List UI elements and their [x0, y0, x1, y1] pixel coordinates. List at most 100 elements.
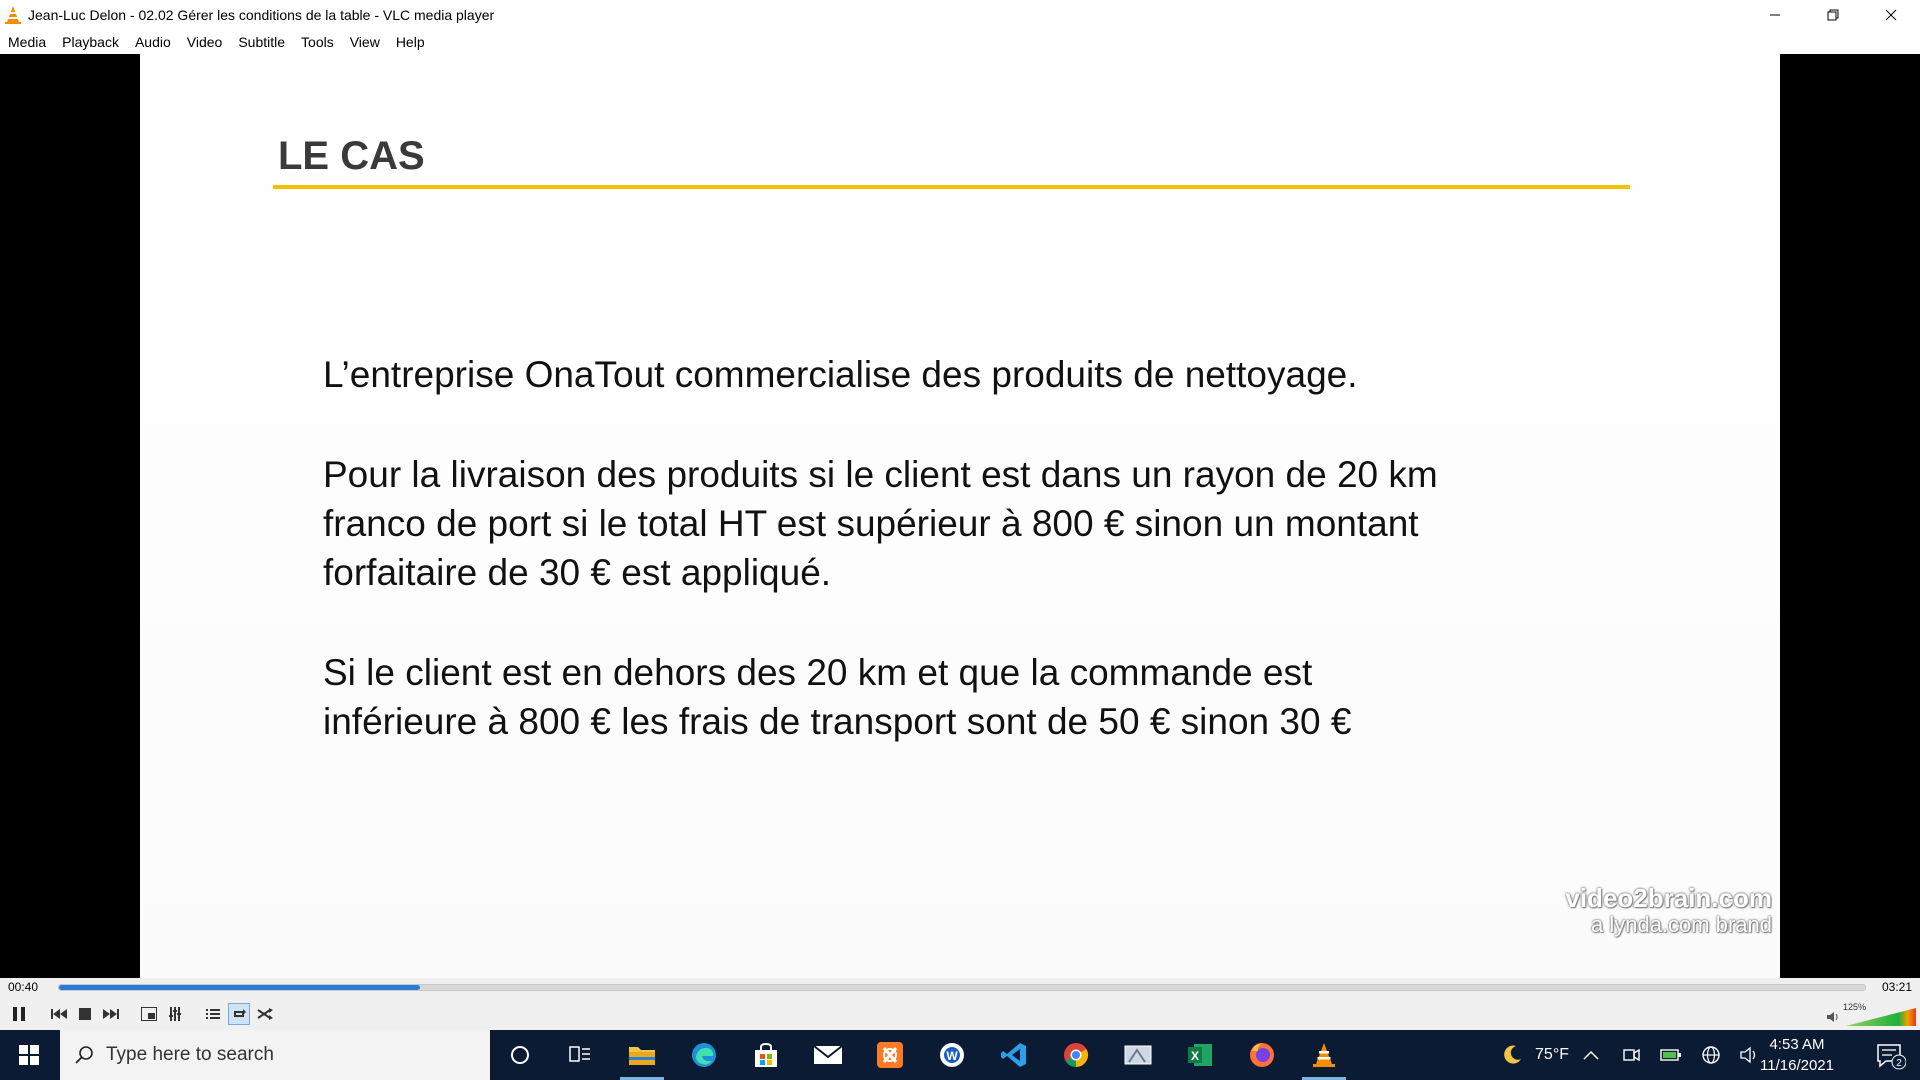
taskbar-word-app[interactable]: W: [922, 1030, 982, 1080]
taskbar-file-explorer[interactable]: [612, 1030, 672, 1080]
slide-paragraph-2: Pour la livraison des produits si le cli…: [323, 450, 1623, 597]
clock-date: 11/16/2021: [1760, 1057, 1834, 1074]
seek-progress: [59, 985, 421, 990]
previous-button[interactable]: [48, 1003, 70, 1025]
watermark-line-1: video2brain.com: [1565, 883, 1772, 913]
notification-center-button[interactable]: 2: [1876, 1042, 1907, 1070]
playlist-icon: [206, 1009, 220, 1019]
playlist-button[interactable]: [202, 1003, 224, 1025]
cortana-icon: [511, 1046, 529, 1064]
menu-view[interactable]: View: [342, 30, 388, 54]
battery-charging-icon: [1660, 1049, 1681, 1061]
chrome-icon: [1064, 1043, 1089, 1067]
moon-icon: [1504, 1045, 1522, 1064]
taskbar-xampp[interactable]: [860, 1030, 920, 1080]
next-button[interactable]: [100, 1003, 122, 1025]
paragraph-line: franco de port si le total HT est supéri…: [323, 503, 1419, 544]
slide-paragraph-1: L’entreprise OnaTout commercialise des p…: [323, 354, 1358, 395]
taskbar-chrome[interactable]: [1046, 1030, 1106, 1080]
total-time: 03:21: [1881, 980, 1912, 994]
taskbar-clock[interactable]: 4:53 AM 11/16/2021: [1742, 1034, 1852, 1076]
playback-controls: 125%: [0, 998, 1920, 1030]
tray-meet-now[interactable]: [1614, 1030, 1648, 1080]
paragraph-line: inférieure à 800 € les frais de transpor…: [323, 701, 1352, 742]
volume-control[interactable]: 125%: [1826, 1002, 1916, 1026]
taskbar-search[interactable]: Type here to search: [60, 1030, 490, 1080]
window-title: Jean-Luc Delon - 02.02 Gérer les conditi…: [28, 7, 495, 23]
task-view-icon: [569, 1046, 590, 1062]
excel-icon: X: [1188, 1044, 1212, 1066]
cortana-button[interactable]: [490, 1030, 550, 1080]
restore-icon: [1827, 9, 1839, 21]
menu-audio[interactable]: Audio: [127, 30, 179, 54]
search-icon: [75, 1046, 93, 1064]
camera-icon: [1623, 1048, 1640, 1062]
taskbar-edge[interactable]: [674, 1030, 734, 1080]
close-icon: [1885, 9, 1897, 21]
skip-back-icon: [51, 1009, 67, 1019]
seek-bar[interactable]: [58, 984, 1866, 991]
fullscreen-icon: [141, 1007, 157, 1021]
loop-icon: [234, 1009, 246, 1017]
vscode-icon: [1001, 1043, 1026, 1067]
taskbar-excel[interactable]: X: [1170, 1030, 1230, 1080]
firefox-icon: [1250, 1043, 1274, 1067]
start-button[interactable]: [0, 1030, 58, 1080]
menu-tools[interactable]: Tools: [293, 30, 342, 54]
show-hidden-icons-button[interactable]: [1574, 1030, 1608, 1080]
task-view-button[interactable]: [550, 1030, 610, 1080]
menu-help[interactable]: Help: [388, 30, 433, 54]
elapsed-time: 00:40: [8, 980, 39, 994]
tray-network[interactable]: [1694, 1030, 1728, 1080]
minimize-button[interactable]: [1746, 0, 1804, 30]
paragraph-line: Si le client est en dehors des 20 km et …: [323, 652, 1313, 693]
windows-logo-icon: [19, 1045, 39, 1065]
video-area[interactable]: LE CAS L’entreprise OnaTout commercialis…: [0, 54, 1920, 978]
menu-playback[interactable]: Playback: [54, 30, 127, 54]
title-bar: Jean-Luc Delon - 02.02 Gérer les conditi…: [0, 0, 1920, 30]
slide-paragraph-3: Si le client est en dehors des 20 km et …: [323, 648, 1623, 746]
equalizer-icon: [169, 1007, 181, 1021]
taskbar-vscode[interactable]: [984, 1030, 1044, 1080]
loop-button[interactable]: [228, 1003, 250, 1025]
volume-slider[interactable]: [1846, 1008, 1916, 1026]
menu-video[interactable]: Video: [179, 30, 231, 54]
restore-button[interactable]: [1804, 0, 1862, 30]
weather-temperature: 75°F: [1535, 1046, 1569, 1063]
svg-text:W: W: [946, 1049, 958, 1063]
taskbar-snipping-tool[interactable]: [1108, 1030, 1168, 1080]
folder-icon: [629, 1047, 655, 1065]
seek-row: 00:40 03:21: [0, 978, 1920, 998]
search-placeholder: Type here to search: [106, 1044, 274, 1065]
taskbar-store[interactable]: [736, 1030, 796, 1080]
taskbar-mail[interactable]: [798, 1030, 858, 1080]
shuffle-icon: [257, 1008, 273, 1020]
menu-subtitle[interactable]: Subtitle: [230, 30, 293, 54]
minimize-icon: [1770, 14, 1780, 16]
pause-icon: [13, 1007, 25, 1021]
extended-settings-button[interactable]: [164, 1003, 186, 1025]
windows-taskbar: Type here to search W X 75°F 4:53 AM 11/…: [0, 1030, 1920, 1080]
menu-bar: Media Playback Audio Video Subtitle Tool…: [0, 30, 1920, 54]
vlc-cone-icon: [5, 6, 21, 24]
heading-underline: [273, 185, 1630, 189]
globe-icon: [1702, 1046, 1720, 1064]
skip-forward-icon: [103, 1009, 119, 1019]
paragraph-line: Pour la livraison des produits si le cli…: [323, 454, 1438, 495]
edge-browser-icon: [692, 1043, 716, 1067]
shuffle-button[interactable]: [254, 1003, 276, 1025]
snipping-tool-icon: [1124, 1045, 1152, 1065]
watermark-line-2: a lynda.com brand: [1591, 912, 1772, 937]
stop-icon: [79, 1008, 91, 1020]
pause-button[interactable]: [8, 1003, 30, 1025]
taskbar-firefox[interactable]: [1232, 1030, 1292, 1080]
store-bag-icon: [755, 1042, 777, 1067]
taskbar-vlc[interactable]: [1294, 1030, 1354, 1080]
tray-battery[interactable]: [1654, 1030, 1688, 1080]
stop-button[interactable]: [74, 1003, 96, 1025]
video2brain-watermark: video2brain.com a lynda.com brand: [1565, 884, 1772, 938]
close-button[interactable]: [1862, 0, 1920, 30]
xampp-icon: [877, 1042, 903, 1068]
fullscreen-button[interactable]: [138, 1003, 160, 1025]
menu-media[interactable]: Media: [0, 30, 54, 54]
